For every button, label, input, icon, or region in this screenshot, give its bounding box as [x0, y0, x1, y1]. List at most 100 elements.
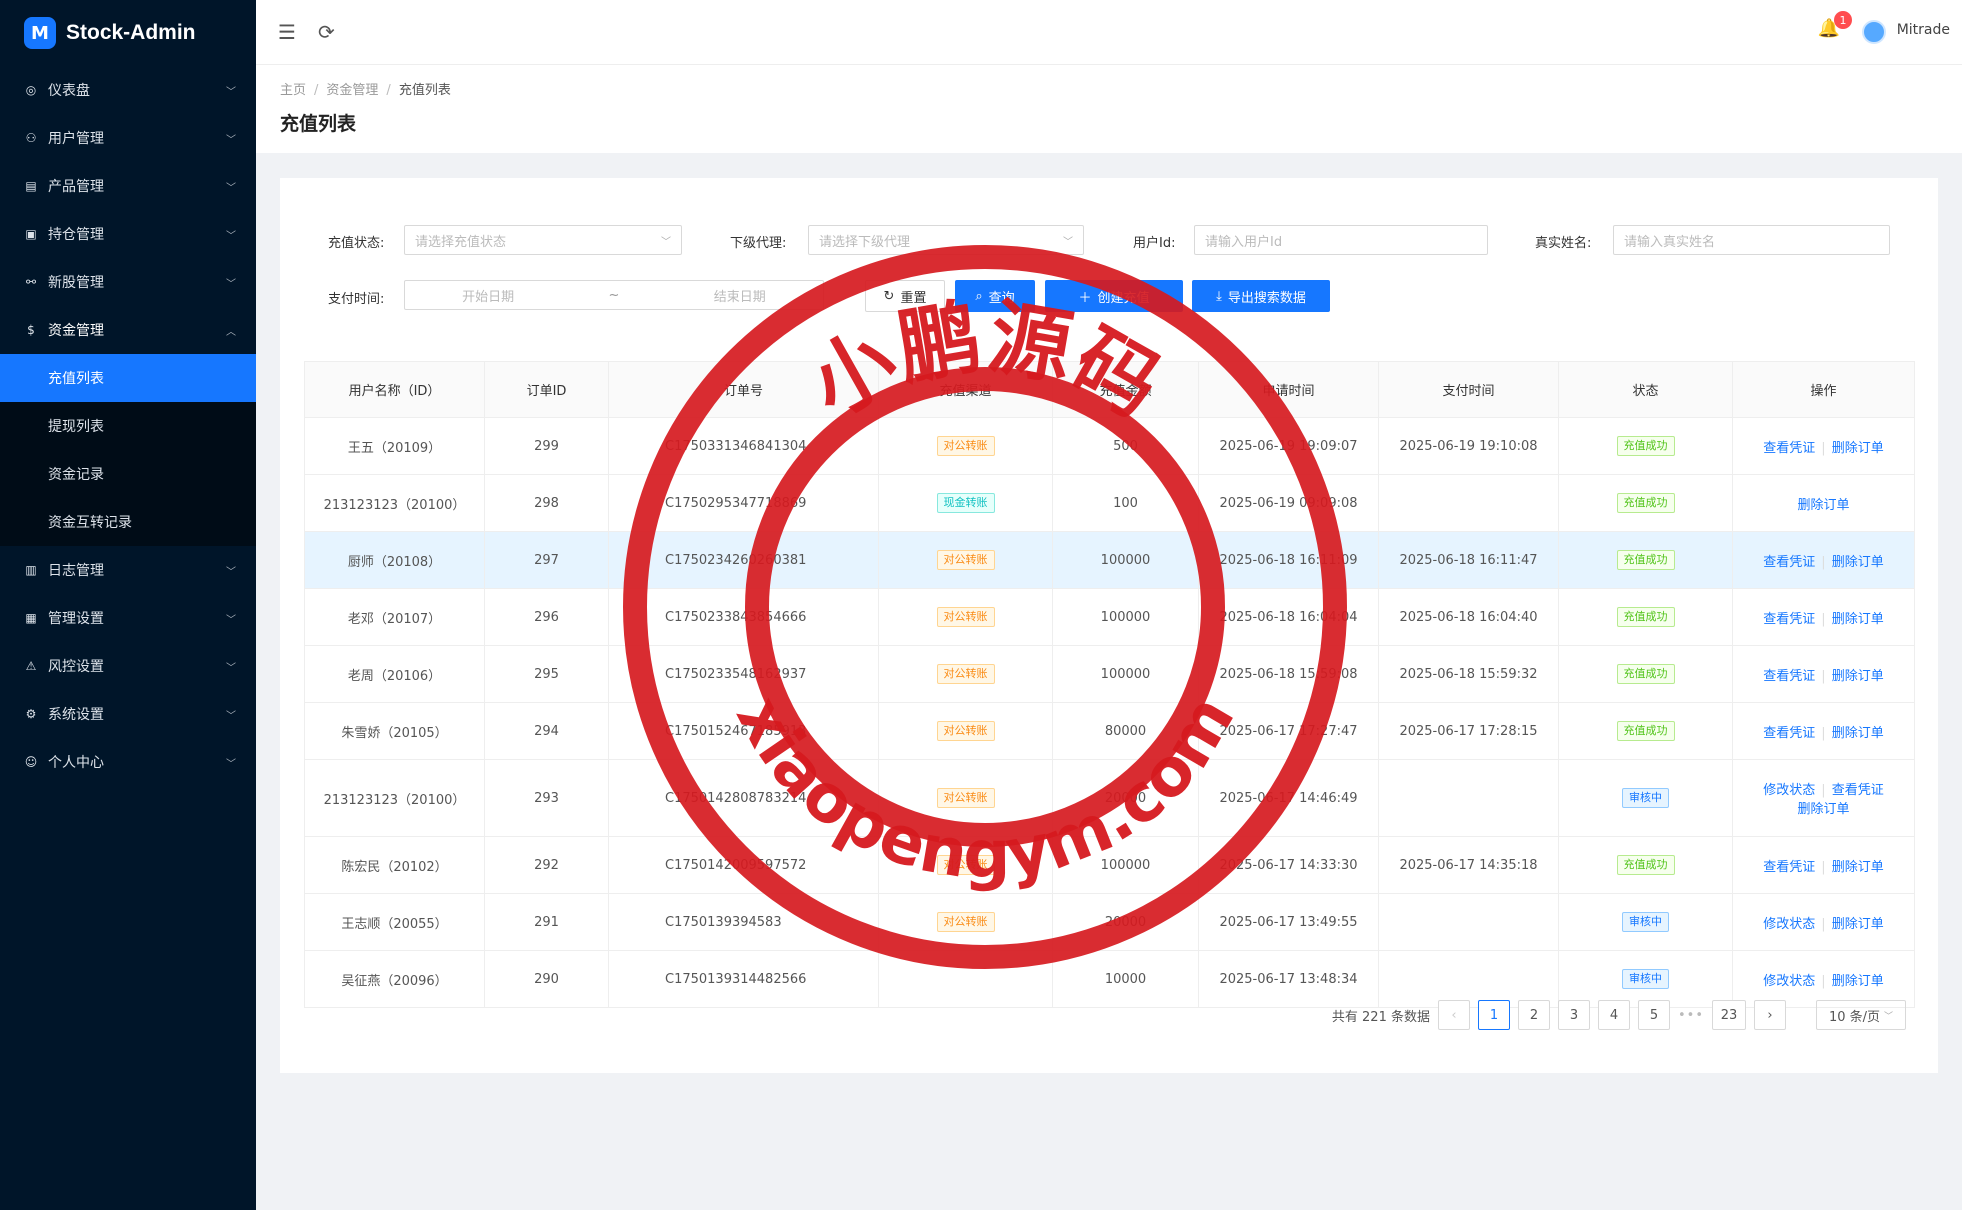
logo[interactable]: M Stock-Admin [0, 0, 256, 66]
menu-fold-icon[interactable]: ☰ [278, 20, 296, 44]
table-row[interactable]: 王志顺（20055） 291 C1750139394583 对公转账 20000 2025… [304, 893, 1915, 951]
breadcrumb-section[interactable]: 资金管理 [326, 83, 378, 98]
ellipsis[interactable]: ••• [1678, 1008, 1704, 1023]
row-action-link[interactable]: 删除订单 [1832, 612, 1884, 627]
table-row[interactable]: 213123123（20100） 298 C1750295347718869 现金转账… [304, 474, 1915, 532]
page-button[interactable]: 5 [1637, 1000, 1670, 1030]
page-button-last[interactable]: 23 [1712, 1000, 1746, 1030]
agent-select[interactable]: 请选择下级代理 ﹀ [808, 225, 1084, 255]
row-action-link[interactable]: 删除订单 [1832, 726, 1884, 741]
paytime-range-picker[interactable]: 开始日期 ~ 结束日期 [404, 280, 824, 310]
sidebar-item-6[interactable]: ▥ 日志管理 ﹀ [0, 546, 256, 594]
reset-button[interactable]: ↻ 重置 [865, 280, 945, 312]
userid-input[interactable]: 请输入用户Id [1194, 225, 1488, 255]
row-action-link[interactable]: 修改状态 [1763, 974, 1815, 989]
row-action-link[interactable]: 删除订单 [1797, 498, 1849, 513]
sidebar-item-2[interactable]: ▤ 产品管理 ﹀ [0, 162, 256, 210]
sidebar-item-9[interactable]: ⚙ 系统设置 ﹀ [0, 690, 256, 738]
table-row[interactable]: 吴征燕（20096） 290 C1750139314482566 10000 2025-… [304, 950, 1915, 1008]
page-button[interactable]: 3 [1557, 1000, 1590, 1030]
cell-order-id: 293 [484, 759, 609, 837]
sidebar-item-8[interactable]: ⚠ 风控设置 ﹀ [0, 642, 256, 690]
row-action-link[interactable]: 查看凭证 [1763, 669, 1815, 684]
sidebar-item-4[interactable]: ⚯ 新股管理 ﹀ [0, 258, 256, 306]
sidebar-menu: ◎ 仪表盘 ﹀ ⚇ 用户管理 ﹀ ▤ 产品管理 ﹀ ▣ 持仓管理 ﹀ ⚯ 新股管理 ﹀ $ 资金管理 ︿ 充值列表提… [0, 66, 256, 786]
sidebar-item-1[interactable]: ⚇ 用户管理 ﹀ [0, 114, 256, 162]
table-row[interactable]: 213123123（20100） 293 C1750142808783214 对公转账… [304, 759, 1915, 837]
row-action-link[interactable]: 修改状态 [1763, 783, 1815, 798]
sidebar-item-0[interactable]: ◎ 仪表盘 ﹀ [0, 66, 256, 114]
channel-tag: 对公转账 [936, 855, 995, 875]
row-action-link[interactable]: 删除订单 [1797, 802, 1849, 817]
sidebar-submenu: 充值列表 提现列表 资金记录 资金互转记录 [0, 354, 256, 546]
channel-tag: 对公转账 [936, 721, 995, 741]
breadcrumb-home[interactable]: 主页 [280, 83, 306, 98]
cell-pay-time: 2025-06-17 17:28:15 [1378, 702, 1559, 760]
sidebar-item-7[interactable]: ▦ 管理设置 ﹀ [0, 594, 256, 642]
cell-order-no: C1750142808783214 [608, 759, 879, 837]
next-page-button[interactable]: › [1754, 1000, 1786, 1030]
sidebar-item-3[interactable]: ▣ 持仓管理 ﹀ [0, 210, 256, 258]
status-badge: 充值成功 [1616, 855, 1675, 875]
page-button[interactable]: 1 [1477, 1000, 1510, 1030]
cell-status: 充值成功 [1558, 474, 1733, 532]
row-action-link[interactable]: 查看凭证 [1763, 612, 1815, 627]
query-button[interactable]: ⌕ 查询 [955, 280, 1035, 312]
avatar[interactable] [1862, 20, 1886, 44]
row-action-link[interactable]: 查看凭证 [1763, 441, 1815, 456]
cell-status: 充值成功 [1558, 836, 1733, 894]
status-badge: 审核中 [1622, 969, 1669, 989]
sidebar-item-10[interactable]: ☺ 个人中心 ﹀ [0, 738, 256, 786]
breadcrumb: 主页 / 资金管理 / 充值列表 [280, 83, 451, 98]
row-action-link[interactable]: 删除订单 [1832, 917, 1884, 932]
table-body: 王五（20109） 299 C1750331346841304 对公转账 500 2025… [304, 417, 1915, 1008]
sidebar-item-5[interactable]: $ 资金管理 ︿ [0, 306, 256, 354]
cell-order-id: 291 [484, 893, 609, 951]
cell-actions: 查看凭证 | 删除订单 [1732, 645, 1915, 703]
submenu-item-2[interactable]: 资金记录 [0, 450, 256, 498]
table-row[interactable]: 厨师（20108） 297 C1750234260260381 对公转账 100000 2… [304, 531, 1915, 589]
submenu-item-3[interactable]: 资金互转记录 [0, 498, 256, 546]
action-separator: | [1821, 916, 1826, 932]
cell-status: 充值成功 [1558, 531, 1733, 589]
cell-user: 朱雪娇（20105） [304, 702, 485, 760]
export-button[interactable]: ⤓ 导出搜索数据 [1192, 280, 1330, 312]
page-size-select[interactable]: 10 条/页 ﹀ [1816, 1000, 1906, 1030]
refresh-icon[interactable]: ⟳ [318, 20, 335, 44]
table-row[interactable]: 朱雪娇（20105） 294 C1750152467185913 对公转账 80000 2… [304, 702, 1915, 760]
cell-amount: 100000 [1052, 531, 1199, 589]
row-action-link[interactable]: 删除订单 [1832, 860, 1884, 875]
action-separator: | [1821, 611, 1826, 627]
realname-filter-label: 真实姓名: [1535, 236, 1592, 251]
status-badge: 充值成功 [1616, 493, 1675, 513]
query-button-label: 查询 [988, 290, 1015, 306]
table-row[interactable]: 老邓（20107） 296 C1750233843854666 对公转账 100000 2… [304, 588, 1915, 646]
status-badge: 充值成功 [1616, 436, 1675, 456]
page-button[interactable]: 4 [1597, 1000, 1630, 1030]
row-action-link[interactable]: 删除订单 [1832, 974, 1884, 989]
row-action-link[interactable]: 查看凭证 [1763, 726, 1815, 741]
row-action-link[interactable]: 修改状态 [1763, 917, 1815, 932]
status-select[interactable]: 请选择充值状态 ﹀ [404, 225, 682, 255]
create-recharge-button[interactable]: ＋ 创建充值 [1045, 280, 1183, 312]
submenu-item-1[interactable]: 提现列表 [0, 402, 256, 450]
row-action-link[interactable]: 查看凭证 [1763, 860, 1815, 875]
row-action-link[interactable]: 查看凭证 [1763, 555, 1815, 570]
total-count: 共有 221 条数据 [1331, 1009, 1430, 1025]
row-action-link[interactable]: 删除订单 [1832, 669, 1884, 684]
table-row[interactable]: 王五（20109） 299 C1750331346841304 对公转账 500 2025… [304, 417, 1915, 475]
realname-input[interactable]: 请输入真实姓名 [1613, 225, 1890, 255]
table-row[interactable]: 老周（20106） 295 C1750233548162937 对公转账 100000 2… [304, 645, 1915, 703]
table-row[interactable]: 陈宏民（20102） 292 C1750142009597572 对公转账 100000… [304, 836, 1915, 894]
chevron-down-icon: ﹀ [226, 710, 236, 722]
cell-amount: 20000 [1052, 759, 1199, 837]
prev-page-button[interactable]: ‹ [1437, 1000, 1470, 1030]
submenu-item-0[interactable]: 充值列表 [0, 354, 256, 402]
row-action-link[interactable]: 删除订单 [1832, 555, 1884, 570]
chevron-down-icon: ﹀ [226, 614, 236, 626]
position-icon: ▣ [25, 227, 37, 241]
row-action-link[interactable]: 删除订单 [1832, 441, 1884, 456]
username[interactable]: Mitrade [1897, 22, 1950, 38]
row-action-link[interactable]: 查看凭证 [1832, 783, 1884, 798]
page-button[interactable]: 2 [1517, 1000, 1550, 1030]
